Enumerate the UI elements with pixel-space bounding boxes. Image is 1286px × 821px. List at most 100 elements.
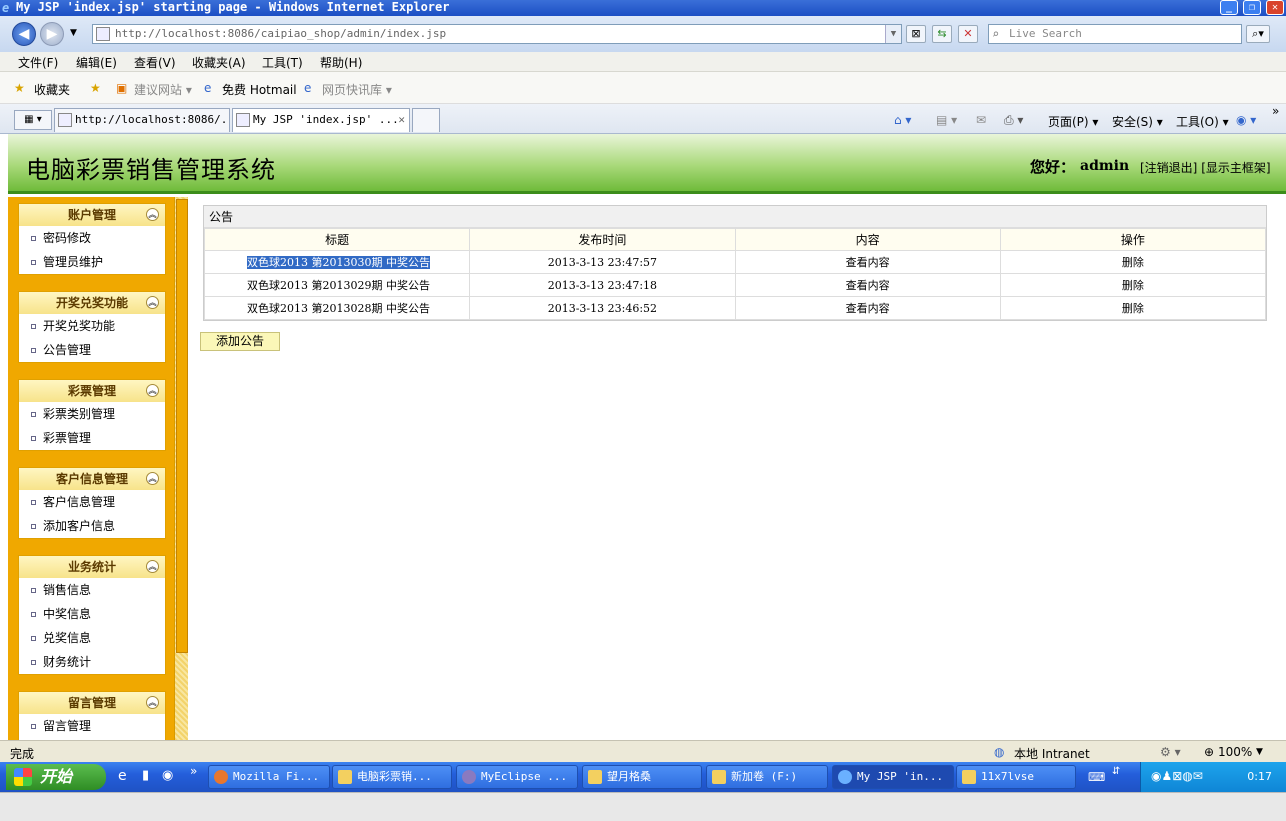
view-content-link[interactable]: 查看内容 — [734, 273, 1001, 297]
page-icon — [96, 27, 110, 41]
sidebar-item-add-customer[interactable]: 添加客户信息 — [19, 514, 165, 538]
sidebar-item-redemption[interactable]: 兑奖信息 — [19, 626, 165, 650]
address-dropdown-icon[interactable]: ▼ — [885, 25, 901, 43]
bullet-icon — [31, 524, 36, 529]
collapse-icon[interactable]: ︽ — [146, 208, 159, 221]
new-tab-button[interactable] — [412, 108, 440, 132]
print-icon[interactable]: ⎙ ▾ — [1004, 113, 1023, 128]
zoom-dropdown-icon[interactable]: ▼ — [1256, 747, 1263, 757]
keyboard-icon[interactable]: ⌨ — [1088, 770, 1105, 784]
sidebar-item-lottery-types[interactable]: 彩票类别管理 — [19, 402, 165, 426]
search-button[interactable]: ⌕▾ — [1246, 25, 1270, 43]
history-dropdown-icon[interactable]: ▼ — [70, 28, 77, 38]
tools-menu[interactable]: 工具(O) ▾ — [1176, 113, 1229, 130]
taskbar-item-firefox[interactable]: Mozilla Fi... — [208, 765, 330, 789]
stop-icon[interactable]: ✕ — [958, 25, 978, 43]
delete-link[interactable]: 删除 — [999, 296, 1267, 320]
taskbar-item-folder[interactable]: 电脑彩票销... — [332, 765, 452, 789]
menu-edit[interactable]: 编辑(E) — [76, 54, 117, 71]
address-input[interactable]: http://localhost:8086/caipiao_shop/admin… — [92, 24, 902, 44]
sidebar-item-winnings[interactable]: 中奖信息 — [19, 602, 165, 626]
sidebar-item-admins[interactable]: 管理员维护 — [19, 250, 165, 274]
safety-menu[interactable]: 安全(S) ▾ — [1112, 113, 1163, 130]
start-button[interactable]: 开始 — [6, 764, 106, 790]
quick-tabs-button[interactable]: ▦ ▾ — [14, 110, 52, 130]
taskbar-item-myeclipse[interactable]: MyEclipse ... — [456, 765, 578, 789]
delete-link[interactable]: 删除 — [999, 250, 1267, 274]
view-content-link[interactable]: 查看内容 — [734, 250, 1001, 274]
menu-favorites[interactable]: 收藏夹(A) — [192, 54, 246, 71]
panel-header[interactable]: 客户信息管理 ︽ — [19, 468, 165, 490]
sidebar-item-draw[interactable]: 开奖兑奖功能 — [19, 314, 165, 338]
sidebar-scrollbar[interactable] — [174, 197, 188, 740]
hotmail-link[interactable]: 免费 Hotmail — [222, 81, 297, 98]
zoom-level[interactable]: 100% — [1218, 745, 1252, 759]
forward-button[interactable]: ▶ — [40, 22, 64, 46]
taskbar-item-folder2[interactable]: 11x7lvse — [956, 765, 1076, 789]
desktop-quicklaunch-icon[interactable]: ▮ — [142, 768, 149, 783]
sidebar-item-notices[interactable]: 公告管理 — [19, 338, 165, 362]
feeds-icon[interactable]: ▤ ▾ — [936, 113, 957, 127]
window-title: My JSP 'index.jsp' starting page - Windo… — [16, 0, 450, 14]
minimize-button[interactable]: _ — [1220, 0, 1238, 15]
close-tab-icon[interactable]: ✕ — [398, 109, 405, 131]
panel-header[interactable]: 账户管理 ︽ — [19, 204, 165, 226]
logout-link[interactable]: [注销退出] — [1140, 161, 1197, 175]
panel-header[interactable]: 业务统计 ︽ — [19, 556, 165, 578]
taskbar-item-music[interactable]: 望月格桑 — [582, 765, 702, 789]
refresh-icon[interactable]: ⇆ — [932, 25, 952, 43]
sidebar-item-password[interactable]: 密码修改 — [19, 226, 165, 250]
view-content-link[interactable]: 查看内容 — [734, 296, 1001, 320]
collapse-icon[interactable]: ︽ — [146, 472, 159, 485]
tab-localhost[interactable]: http://localhost:8086/... — [54, 108, 230, 132]
taskbar-item-ie[interactable]: My JSP 'in... — [832, 765, 954, 789]
add-notice-button[interactable]: 添加公告 — [200, 332, 280, 351]
bullet-icon — [31, 724, 36, 729]
home-icon[interactable]: ⌂ ▾ — [894, 113, 911, 127]
show-main-frame-link[interactable]: [显示主框架] — [1201, 161, 1270, 175]
panel-header[interactable]: 开奖兑奖功能 ︽ — [19, 292, 165, 314]
collapse-icon[interactable]: ︽ — [146, 696, 159, 709]
sidebar-item-finance[interactable]: 财务统计 — [19, 650, 165, 674]
search-input[interactable]: ⌕ Live Search — [988, 24, 1242, 44]
sidebar-item-messages[interactable]: 留言管理 — [19, 714, 165, 738]
system-title: 电脑彩票销售管理系统 — [26, 156, 276, 184]
compatibility-icon[interactable]: ⊠ — [906, 25, 926, 43]
suggested-sites-link[interactable]: 建议网站 ▾ — [134, 81, 192, 98]
maximize-button[interactable]: ❐ — [1243, 0, 1261, 15]
collapse-icon[interactable]: ︽ — [146, 384, 159, 397]
more-commands-icon[interactable]: » — [1272, 104, 1279, 118]
folder-icon — [962, 770, 976, 784]
tray-icons[interactable]: ◉♟⊠◍✉ — [1151, 769, 1203, 783]
taskbar-item-drive[interactable]: 新加卷 (F:) — [706, 765, 828, 789]
sidebar-item-lottery[interactable]: 彩票管理 — [19, 426, 165, 450]
language-bar-icon[interactable]: ⇵ — [1112, 766, 1120, 777]
favorites-label[interactable]: 收藏夹 — [34, 81, 70, 98]
menu-file[interactable]: 文件(F) — [18, 54, 58, 71]
collapse-icon[interactable]: ︽ — [146, 296, 159, 309]
delete-link[interactable]: 删除 — [999, 273, 1267, 297]
collapse-icon[interactable]: ︽ — [146, 560, 159, 573]
help-icon[interactable]: ◉ ▾ — [1236, 113, 1256, 127]
page-menu[interactable]: 页面(P) ▾ — [1048, 113, 1098, 130]
media-quicklaunch-icon[interactable]: ◉ — [162, 768, 173, 783]
sidebar-item-sales[interactable]: 销售信息 — [19, 578, 165, 602]
panel-header[interactable]: 彩票管理 ︽ — [19, 380, 165, 402]
close-window-button[interactable]: ✕ — [1266, 0, 1284, 15]
notice-title: 双色球2013 第2013029期 中奖公告 — [203, 273, 471, 297]
ie-quicklaunch-icon[interactable]: e — [118, 768, 127, 784]
menu-tools[interactable]: 工具(T) — [262, 54, 303, 71]
scrollbar-thumb[interactable] — [176, 199, 188, 653]
sidebar-item-customer-info[interactable]: 客户信息管理 — [19, 490, 165, 514]
menu-view[interactable]: 查看(V) — [134, 54, 176, 71]
add-favorite-icon[interactable]: ★ — [90, 81, 101, 95]
panel-header[interactable]: 留言管理 ︽ — [19, 692, 165, 714]
menu-help[interactable]: 帮助(H) — [320, 54, 362, 71]
mail-icon[interactable]: ✉ — [976, 113, 986, 127]
tab-index-jsp[interactable]: My JSP 'index.jsp' ... ✕ — [232, 108, 410, 132]
web-slice-gallery-link[interactable]: 网页快讯库 ▾ — [322, 81, 392, 98]
notice-table: 标题 发布时间 内容 操作 双色球2013 第2013030期 中奖公告 201… — [203, 228, 1267, 320]
back-button[interactable]: ◀ — [12, 22, 36, 46]
protected-mode-icon[interactable]: ⚙ ▾ — [1160, 745, 1181, 759]
more-quicklaunch-icon[interactable]: » — [190, 764, 197, 778]
